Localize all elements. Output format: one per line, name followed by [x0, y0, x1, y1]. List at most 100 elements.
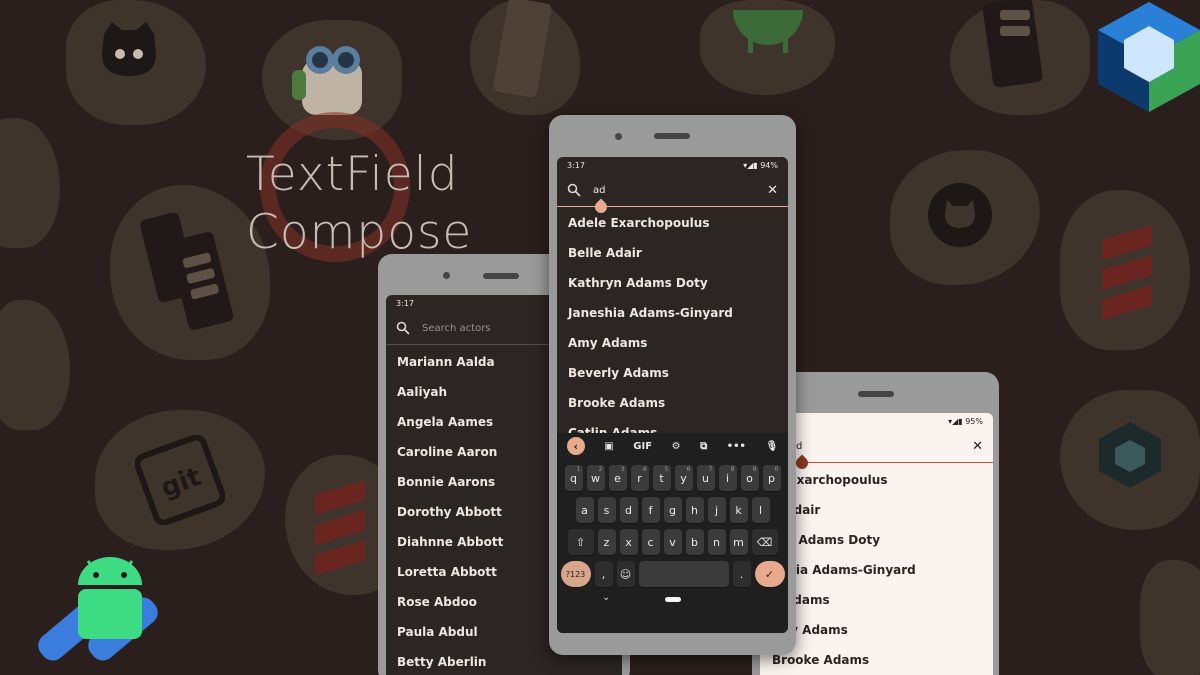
svg-text:git: git [157, 462, 205, 504]
blob-list-app [950, 0, 1090, 115]
letter-key[interactable]: o9 [740, 465, 759, 491]
blob-git: git [95, 410, 265, 550]
letter-key[interactable]: k [729, 497, 748, 523]
list-item[interactable]: Brooke Adams [557, 388, 788, 418]
scala-logo-icon [315, 480, 365, 575]
center-phone: 3:17 ▾◢▮ 94% ad ✕ Adele Exarchopoulus Bel… [549, 115, 796, 655]
symbols-key[interactable]: ?123 [560, 561, 591, 587]
nav-down-icon[interactable]: ⌄ [602, 592, 610, 603]
key-number-hint: 0 [774, 466, 779, 473]
letter-key[interactable]: e3 [608, 465, 627, 491]
letter-key[interactable]: i8 [718, 465, 737, 491]
keyboard-collapse-icon[interactable]: ‹ [566, 437, 585, 455]
phone-speaker [654, 133, 690, 139]
period-key[interactable]: . [732, 561, 751, 587]
more-icon[interactable]: ••• [727, 441, 746, 452]
phone-camera [443, 272, 450, 279]
list-item[interactable]: Beverly Adams [557, 358, 788, 388]
letter-key[interactable]: w2 [586, 465, 605, 491]
search-placeholder: Search actors [422, 322, 491, 334]
enter-key[interactable]: ✓ [754, 561, 785, 587]
status-battery: 95% [965, 416, 983, 426]
letter-key[interactable]: y6 [674, 465, 693, 491]
blob-android-head [700, 0, 835, 95]
navigation-bar: ⌄ [557, 587, 788, 611]
blob-scala-right [1060, 190, 1190, 350]
letter-key[interactable]: d [619, 497, 638, 523]
letter-key[interactable]: j [707, 497, 726, 523]
compose-hex-icon [1099, 422, 1161, 488]
list-item[interactable]: Brooke Adams [760, 645, 993, 675]
key-number-hint: 9 [752, 466, 757, 473]
list-app-icon [982, 0, 1043, 88]
list-item[interactable]: Janeshia Adams-Ginyard [557, 298, 788, 328]
letter-key[interactable]: s [597, 497, 616, 523]
keyboard-toolbar: ‹ ▣ GIF ⚙ ⧉ ••• 🎙 [557, 433, 788, 459]
list-item[interactable]: Kathryn Adams Doty [557, 268, 788, 298]
letter-key[interactable]: l [751, 497, 770, 523]
key-number-hint: 3 [620, 466, 625, 473]
letter-key[interactable]: u7 [696, 465, 715, 491]
smartphone-outline-icon [493, 0, 552, 98]
hero-title-line1: TextField [246, 147, 459, 202]
sticker-icon[interactable]: ▣ [604, 441, 613, 452]
git-logo-icon: git [135, 435, 225, 525]
key-number-hint: 8 [730, 466, 735, 473]
backspace-key[interactable]: ⌫ [751, 529, 778, 555]
scala-logo-icon [1102, 225, 1152, 320]
clear-icon[interactable]: ✕ [767, 183, 778, 198]
center-actor-list: Adele Exarchopoulus Belle Adair Kathryn Ad… [557, 207, 788, 445]
keyboard-row-2: asdfghjkl [557, 497, 788, 523]
space-key[interactable] [638, 561, 729, 587]
android-mascot-logo [38, 557, 158, 661]
letter-key[interactable]: t5 [652, 465, 671, 491]
soft-keyboard: ‹ ▣ GIF ⚙ ⧉ ••• 🎙 q1w2e3r4t5y6u7i8o9p0 a… [557, 433, 788, 633]
letter-key[interactable]: r4 [630, 465, 649, 491]
letter-key[interactable]: x [619, 529, 638, 555]
key-number-hint: 7 [708, 466, 713, 473]
center-search-field[interactable]: ad ✕ [557, 173, 788, 216]
phone-speaker [483, 273, 519, 279]
list-item[interactable]: Adele Exarchopoulus [557, 208, 788, 238]
letter-key[interactable]: g [663, 497, 682, 523]
gif-button[interactable]: GIF [633, 441, 652, 452]
translate-icon[interactable]: ⧉ [700, 441, 707, 452]
status-battery: 94% [760, 160, 778, 170]
letter-key[interactable]: p0 [762, 465, 781, 491]
home-pill[interactable] [665, 597, 681, 602]
status-bar: 3:17 ▾◢▮ 94% [557, 157, 788, 173]
clear-icon[interactable]: ✕ [972, 439, 983, 454]
settings-icon[interactable]: ⚙ [672, 441, 681, 452]
android-head-icon [733, 10, 803, 53]
comma-key[interactable]: , [594, 561, 613, 587]
blob-compose-right [1060, 390, 1200, 530]
blob-java [0, 300, 70, 430]
letter-key[interactable]: c [641, 529, 660, 555]
letter-key[interactable]: f [641, 497, 660, 523]
letter-key[interactable]: a [575, 497, 594, 523]
letter-key[interactable]: b [685, 529, 704, 555]
letter-key[interactable]: q1 [564, 465, 583, 491]
keyboard-row-3: ⇧ zxcvbnm ⌫ [557, 529, 788, 555]
letter-key[interactable]: m [729, 529, 748, 555]
blob-left-stack [0, 118, 60, 248]
letter-key[interactable]: v [663, 529, 682, 555]
blob-phone [470, 0, 580, 115]
jetpack-compose-logo [1098, 2, 1200, 112]
emoji-key[interactable]: ☺ [616, 561, 635, 587]
status-icons: ▾◢▮ 95% [948, 416, 983, 426]
list-item[interactable]: Amy Adams [557, 328, 788, 358]
robot-pilot-icon [292, 46, 362, 115]
letter-key[interactable]: n [707, 529, 726, 555]
letter-key[interactable]: h [685, 497, 704, 523]
search-query: d [796, 440, 803, 452]
blob-github-cat [66, 0, 206, 125]
shift-key[interactable]: ⇧ [567, 529, 594, 555]
github-octocat-icon [102, 22, 156, 76]
letter-key[interactable]: z [597, 529, 616, 555]
github-mark-icon [928, 183, 992, 247]
list-item[interactable]: Belle Adair [557, 238, 788, 268]
status-time: 3:17 [567, 160, 585, 170]
blob-github-right [890, 150, 1040, 285]
mic-icon[interactable]: 🎙 [765, 441, 778, 452]
